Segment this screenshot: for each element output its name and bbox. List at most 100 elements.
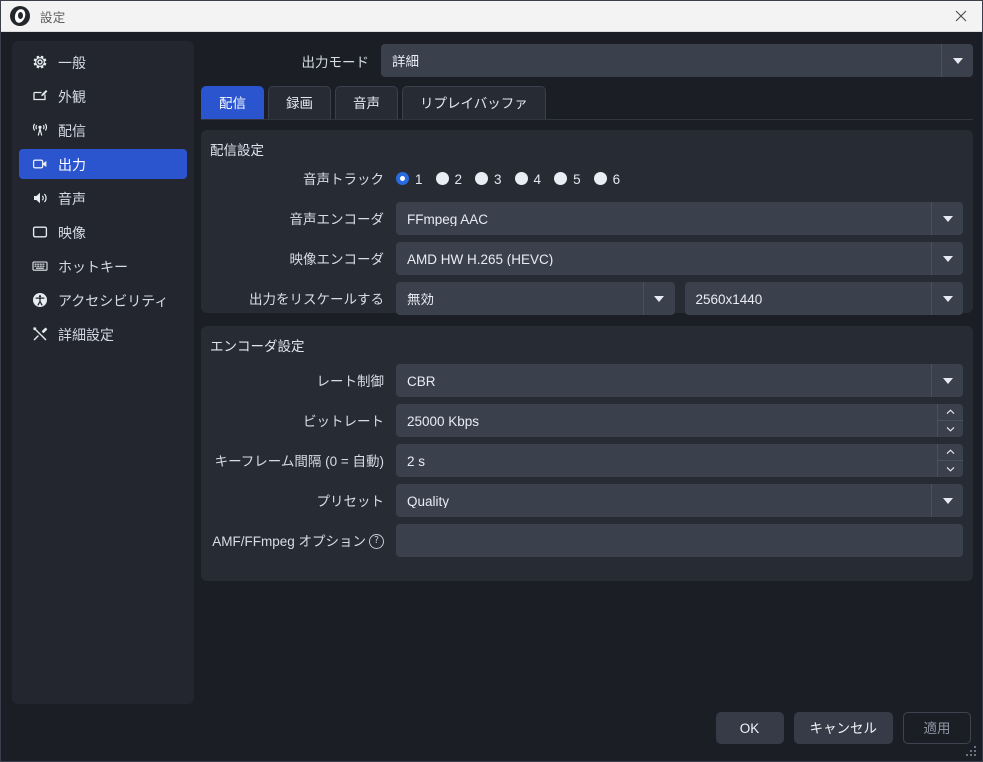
chevron-up-icon[interactable] [938, 444, 963, 460]
rescale-resolution-select[interactable]: 2560x1440 [685, 282, 964, 315]
chevron-down-icon[interactable] [931, 282, 963, 315]
rate-control-label: レート制御 [201, 374, 396, 388]
audio-track-radio-6[interactable]: 6 [594, 172, 621, 186]
sidebar-item-label: 映像 [58, 226, 86, 240]
sidebar-item-label: 外観 [58, 90, 86, 104]
chevron-down-icon[interactable] [931, 242, 963, 275]
audio-encoder-row: 音声エンコーダ FFmpeg AAC [201, 202, 963, 235]
appearance-icon [30, 87, 49, 106]
preset-row: プリセット Quality [201, 484, 963, 517]
audio-encoder-select[interactable]: FFmpeg AAC [396, 202, 963, 235]
audio-track-radio-4[interactable]: 4 [515, 172, 542, 186]
rescale-mode-value: 無効 [396, 293, 434, 307]
chevron-down-icon[interactable] [643, 282, 675, 315]
speaker-icon [30, 189, 49, 208]
rescale-resolution-value: 2560x1440 [685, 293, 763, 307]
radio-dot-icon [554, 172, 567, 185]
output-mode-value: 詳細 [381, 55, 419, 69]
audio-encoder-label: 音声エンコーダ [201, 212, 396, 226]
output-mode-label: 出力モード [201, 51, 381, 71]
tab-audio[interactable]: 音声 [335, 86, 398, 119]
sidebar-item-audio[interactable]: 音声 [19, 183, 187, 213]
radio-label: 3 [494, 173, 502, 187]
close-icon[interactable] [938, 1, 983, 32]
rate-control-select[interactable]: CBR [396, 364, 963, 397]
tab-replay-buffer[interactable]: リプレイバッファ [402, 86, 546, 119]
encoder-group-body: レート制御 CBR ビットレート 25000 Kbps [201, 364, 963, 564]
sidebar-item-label: 配信 [58, 124, 86, 138]
bitrate-value: 25000 Kbps [396, 415, 479, 429]
audio-track-radio-3[interactable]: 3 [475, 172, 502, 186]
tab-streaming[interactable]: 配信 [201, 86, 264, 119]
streaming-group-body: 音声トラック 1 2 3 [201, 162, 963, 322]
tab-recording[interactable]: 録画 [268, 86, 331, 119]
window-title: 設定 [40, 7, 66, 26]
audio-track-radio-2[interactable]: 2 [436, 172, 463, 186]
gear-icon [30, 53, 49, 72]
radio-dot-icon [396, 172, 409, 185]
settings-sidebar: 一般 外観 配信 [12, 41, 194, 704]
audio-track-radio-5[interactable]: 5 [554, 172, 581, 186]
radio-label: 2 [455, 173, 463, 187]
video-encoder-value: AMD HW H.265 (HEVC) [396, 253, 553, 267]
sidebar-item-video[interactable]: 映像 [19, 217, 187, 247]
sidebar-item-general[interactable]: 一般 [19, 47, 187, 77]
keyframe-interval-row: キーフレーム間隔 (0 = 自動) 2 s [201, 444, 963, 477]
output-mode-select[interactable]: 詳細 [381, 44, 973, 77]
preset-select[interactable]: Quality [396, 484, 963, 517]
streaming-settings-group: 配信設定 音声トラック 1 2 [201, 130, 973, 313]
bitrate-row: ビットレート 25000 Kbps [201, 404, 963, 437]
preset-label: プリセット [201, 494, 396, 508]
rescale-output-controls: 無効 2560x1440 [396, 282, 963, 315]
audio-track-row: 音声トラック 1 2 3 [201, 162, 963, 195]
sidebar-item-appearance[interactable]: 外観 [19, 81, 187, 111]
encoder-group-title: エンコーダ設定 [210, 335, 305, 355]
sidebar-item-label: 詳細設定 [58, 328, 114, 342]
dialog-buttons: OK キャンセル 適用 [716, 712, 972, 744]
ok-button[interactable]: OK [716, 712, 784, 744]
keyframe-interval-label: キーフレーム間隔 (0 = 自動) [201, 454, 396, 468]
tools-icon [30, 325, 49, 344]
keyframe-stepper-buttons [937, 444, 963, 477]
broadcast-icon [30, 121, 49, 140]
sidebar-item-accessibility[interactable]: アクセシビリティ [19, 285, 187, 315]
audio-track-label: 音声トラック [201, 172, 396, 186]
sidebar-item-label: アクセシビリティ [58, 294, 168, 308]
resize-grip[interactable] [965, 745, 978, 758]
video-encoder-label: 映像エンコーダ [201, 252, 396, 266]
bitrate-stepper[interactable]: 25000 Kbps [396, 404, 963, 437]
chevron-down-icon[interactable] [938, 420, 963, 437]
help-icon[interactable]: ? [369, 534, 384, 549]
sidebar-item-hotkeys[interactable]: ホットキー [19, 251, 187, 281]
amf-options-row: AMF/FFmpeg オプション ? [201, 524, 963, 557]
amf-options-input[interactable] [396, 524, 963, 557]
chevron-down-icon[interactable] [931, 484, 963, 517]
tab-label: 音声 [353, 97, 380, 111]
radio-label: 1 [415, 173, 423, 187]
audio-track-radio-1[interactable]: 1 [396, 172, 423, 186]
radio-dot-icon [515, 172, 528, 185]
output-icon [30, 155, 49, 174]
radio-dot-icon [436, 172, 449, 185]
sidebar-item-output[interactable]: 出力 [19, 149, 187, 179]
chevron-down-icon[interactable] [931, 202, 963, 235]
rescale-mode-select[interactable]: 無効 [396, 282, 675, 315]
sidebar-item-label: 出力 [58, 158, 86, 172]
cancel-button[interactable]: キャンセル [794, 712, 894, 744]
chevron-up-icon[interactable] [938, 404, 963, 420]
settings-dialog: 設定 一般 外観 [0, 0, 983, 762]
chevron-down-icon[interactable] [938, 460, 963, 477]
settings-content: 出力モード 詳細 配信 録画 音声 リプレイバッファ 配信設定 音声トラック [201, 41, 973, 704]
rescale-output-label: 出力をリスケールする [201, 292, 396, 306]
keyframe-interval-stepper[interactable]: 2 s [396, 444, 963, 477]
sidebar-item-stream[interactable]: 配信 [19, 115, 187, 145]
monitor-icon [30, 223, 49, 242]
video-encoder-row: 映像エンコーダ AMD HW H.265 (HEVC) [201, 242, 963, 275]
chevron-down-icon[interactable] [941, 44, 973, 77]
bitrate-stepper-buttons [937, 404, 963, 437]
chevron-down-icon[interactable] [931, 364, 963, 397]
video-encoder-select[interactable]: AMD HW H.265 (HEVC) [396, 242, 963, 275]
sidebar-item-advanced[interactable]: 詳細設定 [19, 319, 187, 349]
radio-label: 4 [534, 173, 542, 187]
apply-button[interactable]: 適用 [903, 712, 971, 744]
